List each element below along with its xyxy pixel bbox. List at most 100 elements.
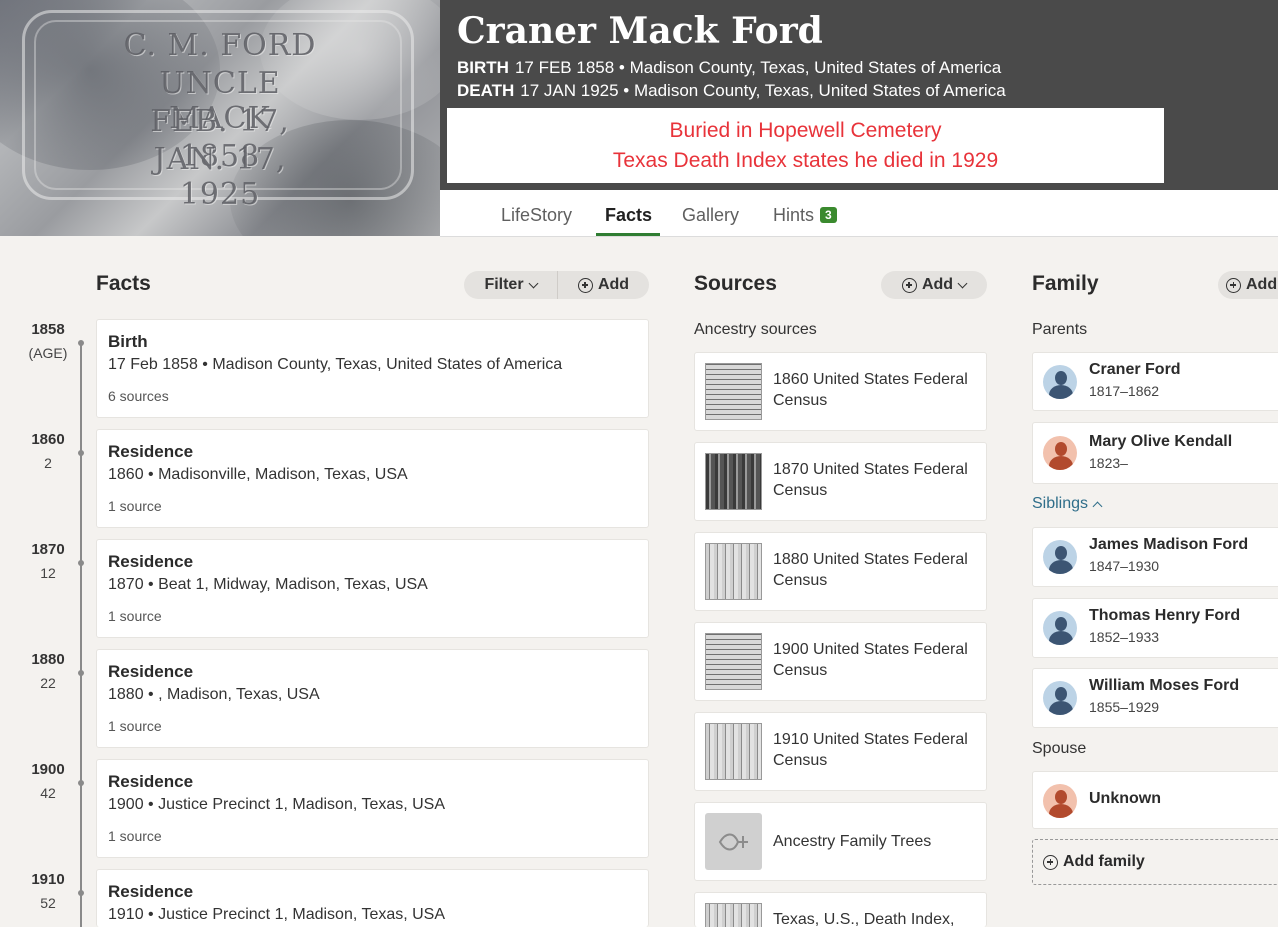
source-title: 1880 United States Federal Census bbox=[773, 551, 968, 589]
timeline-dot bbox=[78, 670, 84, 676]
source-card[interactable]: 1880 United States Federal Census bbox=[694, 532, 987, 611]
parents-label: Parents bbox=[1032, 321, 1088, 338]
timeline-dot bbox=[78, 340, 84, 346]
fact-card-birth[interactable]: Birth 17 Feb 1858 • Madison County, Texa… bbox=[96, 319, 649, 418]
headstone-photo[interactable]: C. M. FORD UNCLE MACK FEB. 17, 1858 JAN.… bbox=[0, 0, 440, 236]
plus-circle-icon bbox=[1043, 854, 1058, 870]
fact-sources[interactable]: 1 source bbox=[108, 498, 162, 514]
fact-sources[interactable]: 1 source bbox=[108, 828, 162, 844]
fact-card-residence[interactable]: Residence 1900 • Justice Precinct 1, Mad… bbox=[96, 759, 649, 858]
add-family-member-button[interactable]: Add bbox=[1218, 271, 1278, 299]
source-card[interactable]: 1910 United States Federal Census bbox=[694, 712, 987, 791]
family-tree-leaf-icon bbox=[705, 813, 762, 870]
census-thumbnail bbox=[705, 723, 762, 780]
chevron-down-icon bbox=[957, 278, 968, 288]
tab-hints[interactable]: Hints 3 bbox=[773, 205, 837, 226]
add-source-label: Add bbox=[921, 276, 954, 293]
profile-note: Buried in Hopewell Cemetery Texas Death … bbox=[447, 108, 1164, 183]
source-title: 1910 United States Federal Census bbox=[773, 731, 968, 769]
fact-card-residence[interactable]: Residence 1910 • Justice Precinct 1, Mad… bbox=[96, 869, 649, 927]
ancestry-sources-label: Ancestry sources bbox=[694, 321, 817, 338]
census-thumbnail bbox=[705, 543, 762, 600]
death-index-thumbnail bbox=[705, 903, 762, 927]
fact-title: Residence bbox=[108, 662, 194, 681]
birth-summary: BIRTH 17 FEB 1858 • Madison County, Texas… bbox=[457, 58, 1001, 78]
fact-title: Residence bbox=[108, 552, 194, 571]
fact-title: Birth bbox=[108, 332, 148, 351]
timeline-year: 1880 bbox=[31, 651, 65, 668]
timeline-year: 1870 bbox=[31, 541, 65, 558]
add-fact-label: Add bbox=[597, 276, 630, 293]
timeline-line bbox=[80, 342, 82, 927]
chevron-down-icon bbox=[528, 278, 539, 288]
fact-detail: 1860 • Madisonville, Madison, Texas, USA bbox=[108, 466, 408, 483]
fact-sources[interactable]: 1 source bbox=[108, 718, 162, 734]
timeline-age: 2 bbox=[44, 455, 52, 471]
tab-facts[interactable]: Facts bbox=[605, 205, 652, 226]
tab-gallery[interactable]: Gallery bbox=[682, 205, 739, 226]
plus-circle-icon bbox=[577, 277, 593, 293]
note-line: Buried in Hopewell Cemetery bbox=[669, 119, 942, 142]
fact-title: Residence bbox=[108, 772, 194, 791]
family-card-sibling[interactable]: William Moses Ford 1855–1929 bbox=[1032, 668, 1278, 728]
headstone-line: JAN. 17, 1925 bbox=[153, 142, 287, 212]
male-avatar-icon bbox=[1043, 540, 1077, 574]
timeline-age: 12 bbox=[40, 565, 56, 581]
family-title: Family bbox=[1032, 272, 1099, 295]
source-card[interactable]: Texas, U.S., Death Index, bbox=[694, 892, 987, 927]
timeline-dot bbox=[78, 780, 84, 786]
sources-title: Sources bbox=[694, 272, 777, 295]
family-member-years: 1823– bbox=[1089, 455, 1128, 471]
add-family-label: Add family bbox=[1063, 853, 1145, 870]
tab-lifestory[interactable]: LifeStory bbox=[501, 205, 572, 226]
female-avatar-icon bbox=[1043, 784, 1077, 818]
family-member-name: Craner Ford bbox=[1089, 361, 1181, 378]
filter-button[interactable]: Filter bbox=[464, 271, 558, 299]
fact-card-residence[interactable]: Residence 1870 • Beat 1, Midway, Madison… bbox=[96, 539, 649, 638]
timeline-dot bbox=[78, 450, 84, 456]
census-thumbnail bbox=[705, 453, 762, 510]
add-family-button[interactable]: Add family bbox=[1032, 839, 1278, 885]
family-member-years: 1817–1862 bbox=[1089, 383, 1160, 399]
facts-title: Facts bbox=[96, 272, 151, 295]
source-card[interactable]: 1900 United States Federal Census bbox=[694, 622, 987, 701]
fact-sources[interactable]: 6 sources bbox=[108, 388, 169, 404]
chevron-up-icon bbox=[1092, 501, 1103, 512]
spouse-label: Spouse bbox=[1032, 740, 1087, 757]
note-line: Texas Death Index states he died in 1929 bbox=[612, 149, 999, 172]
family-member-name: Thomas Henry Ford bbox=[1089, 607, 1241, 624]
fact-sources[interactable]: 1 source bbox=[108, 608, 162, 624]
add-source-button[interactable]: Add bbox=[881, 271, 987, 299]
family-card-spouse[interactable]: Unknown bbox=[1032, 771, 1278, 829]
male-avatar-icon bbox=[1043, 681, 1077, 715]
family-card-sibling[interactable]: James Madison Ford 1847–1930 bbox=[1032, 527, 1278, 587]
timeline-year: 1910 bbox=[31, 871, 65, 888]
fact-card-residence[interactable]: Residence 1860 • Madisonville, Madison, … bbox=[96, 429, 649, 528]
fact-title: Residence bbox=[108, 442, 194, 461]
source-card[interactable]: Ancestry Family Trees bbox=[694, 802, 987, 881]
timeline-year: 1900 bbox=[31, 761, 65, 778]
female-avatar-icon bbox=[1043, 436, 1077, 470]
source-title: 1870 United States Federal Census bbox=[773, 461, 968, 499]
source-title: Ancestry Family Trees bbox=[773, 833, 932, 850]
family-member-years: 1855–1929 bbox=[1089, 699, 1160, 715]
family-card-father[interactable]: Craner Ford 1817–1862 bbox=[1032, 352, 1278, 411]
siblings-toggle[interactable]: Siblings bbox=[1032, 495, 1103, 513]
add-fact-button[interactable]: Add bbox=[558, 276, 649, 294]
fact-card-residence[interactable]: Residence 1880 • , Madison, Texas, USA 1… bbox=[96, 649, 649, 748]
profile-tabs: LifeStory Facts Gallery Hints 3 bbox=[440, 190, 1278, 237]
family-member-name: William Moses Ford bbox=[1089, 677, 1240, 694]
timeline-year: 1858 bbox=[31, 321, 65, 338]
fact-detail: 17 Feb 1858 • Madison County, Texas, Uni… bbox=[108, 356, 563, 373]
family-member-name: Mary Olive Kendall bbox=[1089, 433, 1233, 450]
source-card[interactable]: 1870 United States Federal Census bbox=[694, 442, 987, 521]
fact-title: Residence bbox=[108, 882, 194, 901]
facts-toolbar: Filter Add bbox=[464, 271, 649, 299]
family-card-mother[interactable]: Mary Olive Kendall 1823– bbox=[1032, 422, 1278, 484]
plus-circle-icon bbox=[901, 277, 917, 293]
filter-label: Filter bbox=[484, 276, 524, 293]
family-card-sibling[interactable]: Thomas Henry Ford 1852–1933 bbox=[1032, 598, 1278, 658]
siblings-label: Siblings bbox=[1032, 495, 1089, 512]
source-card[interactable]: 1860 United States Federal Census bbox=[694, 352, 987, 431]
timeline-dot bbox=[78, 890, 84, 896]
